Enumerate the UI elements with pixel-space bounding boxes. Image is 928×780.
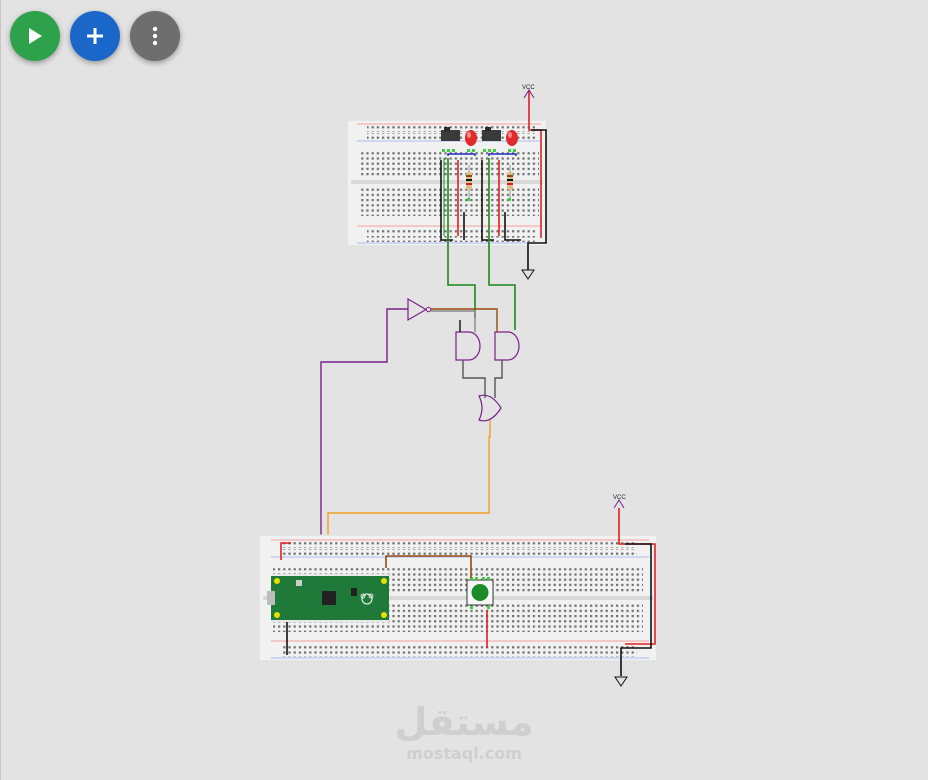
- vcc-symbol-bottom: VCC: [613, 495, 626, 509]
- and-gate-1[interactable]: [455, 331, 481, 361]
- ground-symbol-top: [521, 269, 535, 280]
- plus-icon: [86, 27, 104, 45]
- watermark-logo: مستقل: [394, 700, 534, 744]
- run-simulation-button[interactable]: [10, 11, 60, 61]
- raspberry-pi-pico[interactable]: [267, 574, 389, 622]
- vcc-label-bottom: VCC: [613, 495, 626, 501]
- more-options-button[interactable]: [130, 11, 180, 61]
- watermark-url: mostaql.com: [406, 744, 522, 763]
- vcc-label-top: VCC: [522, 85, 535, 91]
- wires-logic: [320, 308, 503, 568]
- not-gate[interactable]: [407, 297, 432, 322]
- or-gate[interactable]: [478, 394, 502, 422]
- circuit-diagram[interactable]: VCC VCC: [1, 0, 928, 780]
- and-gate-2[interactable]: [494, 331, 520, 361]
- led-red-2[interactable]: [506, 130, 518, 146]
- ground-symbol-bottom: [614, 676, 628, 687]
- more-vertical-icon: [152, 26, 158, 46]
- circuit-canvas[interactable]: VCC VCC: [0, 0, 928, 780]
- add-component-button[interactable]: [70, 11, 120, 61]
- play-icon: [27, 27, 43, 45]
- led-red-1[interactable]: [465, 130, 477, 146]
- push-button[interactable]: [466, 577, 494, 609]
